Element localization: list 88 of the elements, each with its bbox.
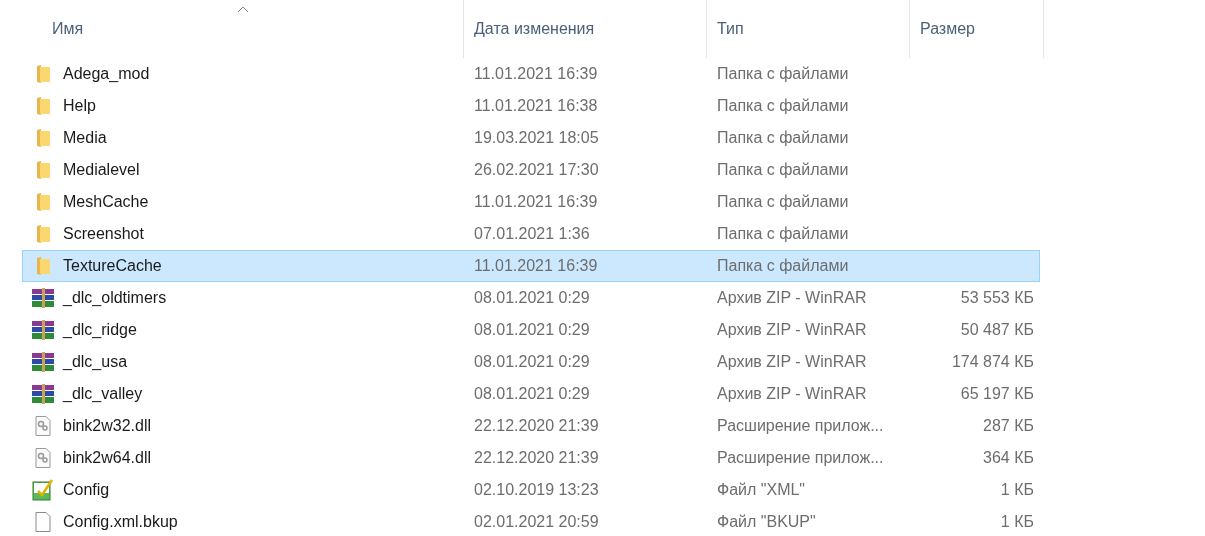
gear-file-icon [35, 448, 51, 468]
modified-date: 11.01.2021 16:39 [473, 64, 599, 84]
file-row[interactable]: Screenshot 07.01.2021 1:36 Папка с файлами [22, 218, 1040, 250]
modified-date: 02.10.2019 13:23 [473, 480, 600, 500]
file-name: bink2w32.dll [63, 416, 153, 436]
modified-date: 08.01.2021 0:29 [473, 320, 591, 340]
file-type: Папка с файлами [716, 160, 850, 180]
folder-icon [35, 225, 51, 243]
file-size: 174 874 КБ [950, 352, 1034, 372]
file-type: Папка с файлами [716, 128, 850, 148]
file-type: Расширение прилож... [716, 448, 885, 468]
file-type: Архив ZIP - WinRAR [716, 288, 868, 308]
file-size: 50 487 КБ [959, 320, 1034, 340]
file-row[interactable]: Help 11.01.2021 16:38 Папка с файлами [22, 90, 1040, 122]
archive-stack-icon [31, 320, 55, 340]
modified-date: 08.01.2021 0:29 [473, 384, 591, 404]
modified-date: 26.02.2021 17:30 [473, 160, 600, 180]
modified-date: 07.01.2021 1:36 [473, 224, 591, 244]
modified-date: 02.01.2021 20:59 [473, 512, 600, 532]
column-header[interactable]: Тип [706, 0, 909, 58]
blank-file-icon [35, 512, 51, 532]
file-size: 364 КБ [982, 448, 1034, 468]
file-name: _dlc_oldtimers [63, 288, 168, 308]
file-row[interactable]: bink2w32.dll 22.12.2020 21:39 Расширение прилож... 287 КБ [22, 410, 1040, 442]
file-row[interactable]: _dlc_ridge 08.01.2021 0:29 Архив ZIP - WinRAR 50 487 КБ [22, 314, 1040, 346]
file-name: Config.xml.bkup [63, 512, 179, 532]
file-name: Help [63, 96, 97, 116]
file-type: Архив ZIP - WinRAR [716, 352, 868, 372]
file-size: 53 553 КБ [959, 288, 1034, 308]
file-type: Архив ZIP - WinRAR [716, 384, 868, 404]
gear-file-icon [35, 416, 51, 436]
folder-icon [35, 97, 51, 115]
file-type: Папка с файлами [716, 224, 850, 244]
modified-date: 11.01.2021 16:38 [473, 96, 599, 116]
archive-stack-icon [31, 384, 55, 404]
file-type: Папка с файлами [716, 256, 850, 276]
file-row[interactable]: bink2w64.dll 22.12.2020 21:39 Расширение прилож... 364 КБ [22, 442, 1040, 474]
column-header[interactable]: Дата изменения [463, 0, 706, 58]
file-row[interactable]: _dlc_usa 08.01.2021 0:29 Архив ZIP - WinRAR 174 874 КБ [22, 346, 1040, 378]
column-header[interactable]: Размер [909, 0, 1044, 58]
file-name: _dlc_valley [63, 384, 144, 404]
folder-icon [35, 193, 51, 211]
checked-document-icon [32, 479, 54, 501]
file-type: Архив ZIP - WinRAR [716, 320, 868, 340]
file-name: MeshCache [63, 192, 150, 212]
file-row[interactable]: MeshCache 11.01.2021 16:39 Папка с файлами [22, 186, 1040, 218]
file-name: Adega_mod [63, 64, 151, 84]
modified-date: 11.01.2021 16:39 [473, 256, 599, 276]
modified-date: 11.01.2021 16:39 [473, 192, 599, 212]
file-type: Файл "XML" [716, 480, 807, 500]
file-size: 1 КБ [999, 512, 1034, 532]
file-name: _dlc_ridge [63, 320, 138, 340]
file-name: Media [63, 128, 108, 148]
file-name: Medialevel [63, 160, 141, 180]
file-type: Папка с файлами [716, 64, 850, 84]
file-name: TextureCache [63, 256, 163, 276]
file-row[interactable]: _dlc_valley 08.01.2021 0:29 Архив ZIP - WinRAR 65 197 КБ [22, 378, 1040, 410]
file-name: Screenshot [63, 224, 145, 244]
file-name: Config [63, 480, 111, 500]
sort-up-icon [236, 6, 249, 13]
file-size: 287 КБ [982, 416, 1034, 436]
file-size: 1 КБ [999, 480, 1034, 500]
folder-icon [35, 257, 51, 275]
file-name: _dlc_usa [63, 352, 129, 372]
modified-date: 19.03.2021 18:05 [473, 128, 600, 148]
file-row[interactable]: Medialevel 26.02.2021 17:30 Папка с файлами [22, 154, 1040, 186]
archive-stack-icon [31, 352, 55, 372]
modified-date: 22.12.2020 21:39 [473, 448, 600, 468]
modified-date: 22.12.2020 21:39 [473, 416, 600, 436]
folder-icon [35, 129, 51, 147]
archive-stack-icon [31, 288, 55, 308]
file-row[interactable]: _dlc_oldtimers 08.01.2021 0:29 Архив ZIP - WinRAR 53 553 КБ [22, 282, 1040, 314]
modified-date: 08.01.2021 0:29 [473, 352, 591, 372]
file-row[interactable]: Config.xml.bkup 02.01.2021 20:59 Файл "BKUP" 1 КБ [22, 506, 1040, 536]
file-type: Расширение прилож... [716, 416, 885, 436]
file-type: Папка с файлами [716, 192, 850, 212]
column-header[interactable]: Имя [22, 0, 463, 58]
file-row[interactable]: TextureCache 11.01.2021 16:39 Папка с файлами [22, 250, 1040, 282]
file-type: Папка с файлами [716, 96, 850, 116]
modified-date: 08.01.2021 0:29 [473, 288, 591, 308]
folder-icon [35, 65, 51, 83]
folder-icon [35, 161, 51, 179]
file-type: Файл "BKUP" [716, 512, 817, 532]
file-row[interactable]: Config 02.10.2019 13:23 Файл "XML" 1 КБ [22, 474, 1040, 506]
file-row[interactable]: Media 19.03.2021 18:05 Папка с файлами [22, 122, 1040, 154]
file-size: 65 197 КБ [959, 384, 1034, 404]
file-name: bink2w64.dll [63, 448, 153, 468]
file-row[interactable]: Adega_mod 11.01.2021 16:39 Папка с файлами [22, 58, 1040, 90]
